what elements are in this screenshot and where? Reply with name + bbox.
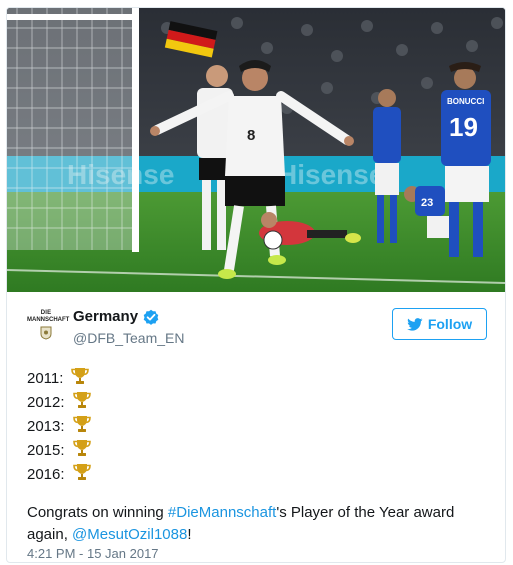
- avatar-logo-text-bottom: MANNSCHAFT: [27, 317, 70, 323]
- match-photo-illustration: Hisense Hisense 8 23 BONUCCI 19: [7, 8, 505, 292]
- year-label: 2011:: [27, 369, 64, 387]
- tweet-year-list: 2011: 2012: 2013: 2015: 2016:: [27, 366, 497, 486]
- list-item: 2013:: [27, 414, 497, 438]
- trophy-icon: [72, 462, 92, 487]
- user-handle[interactable]: @DFB_Team_EN: [73, 330, 184, 346]
- opponent-number: 19: [449, 112, 478, 142]
- avatar-logo-text-top: DIE: [40, 310, 52, 316]
- congrats-text-suffix: !: [187, 526, 192, 543]
- display-name[interactable]: Germany: [73, 308, 138, 325]
- trophy-icon: [72, 390, 92, 415]
- tweet-author: DIE MANNSCHAFT Germany @DFB_Team_EN Foll…: [27, 306, 487, 354]
- tweet-photo[interactable]: Hisense Hisense 8 23 BONUCCI 19: [7, 8, 505, 292]
- year-label: 2016:: [27, 465, 65, 483]
- hashtag-link[interactable]: #DieMannschaft: [168, 504, 276, 521]
- list-item: 2016:: [27, 462, 497, 486]
- congrats-text-prefix: Congrats on winning: [27, 504, 168, 521]
- year-label: 2012:: [27, 393, 65, 411]
- player-number: 8: [247, 127, 255, 144]
- year-label: 2015:: [27, 441, 65, 459]
- list-item: 2012:: [27, 390, 497, 414]
- twitter-bird-icon: [406, 317, 423, 331]
- follow-button[interactable]: Follow: [392, 308, 487, 340]
- keeper-number: 23: [421, 197, 433, 209]
- tweet-message: Congrats on winning #DieMannschaft's Pla…: [27, 502, 497, 546]
- trophy-icon: [70, 366, 90, 391]
- dfb-crest-icon: [40, 326, 52, 340]
- year-label: 2013:: [27, 417, 65, 435]
- svg-text:Hisense: Hisense: [277, 159, 384, 190]
- author-names: Germany @DFB_Team_EN: [73, 308, 184, 346]
- tweet-card: Hisense Hisense 8 23 BONUCCI 19 DIE MANN…: [6, 7, 506, 563]
- tweet-timestamp[interactable]: 4:21 PM - 15 Jan 2017: [27, 546, 159, 561]
- trophy-icon: [72, 414, 92, 439]
- verified-badge-icon: [143, 309, 159, 325]
- list-item: 2011:: [27, 366, 497, 390]
- trophy-icon: [72, 438, 92, 463]
- opponent-name: BONUCCI: [447, 97, 484, 106]
- follow-button-label: Follow: [427, 316, 473, 332]
- list-item: 2015:: [27, 438, 497, 462]
- mention-link[interactable]: @MesutOzil1088: [72, 526, 187, 543]
- display-name-row: Germany: [73, 308, 184, 325]
- avatar[interactable]: DIE MANNSCHAFT: [27, 307, 70, 345]
